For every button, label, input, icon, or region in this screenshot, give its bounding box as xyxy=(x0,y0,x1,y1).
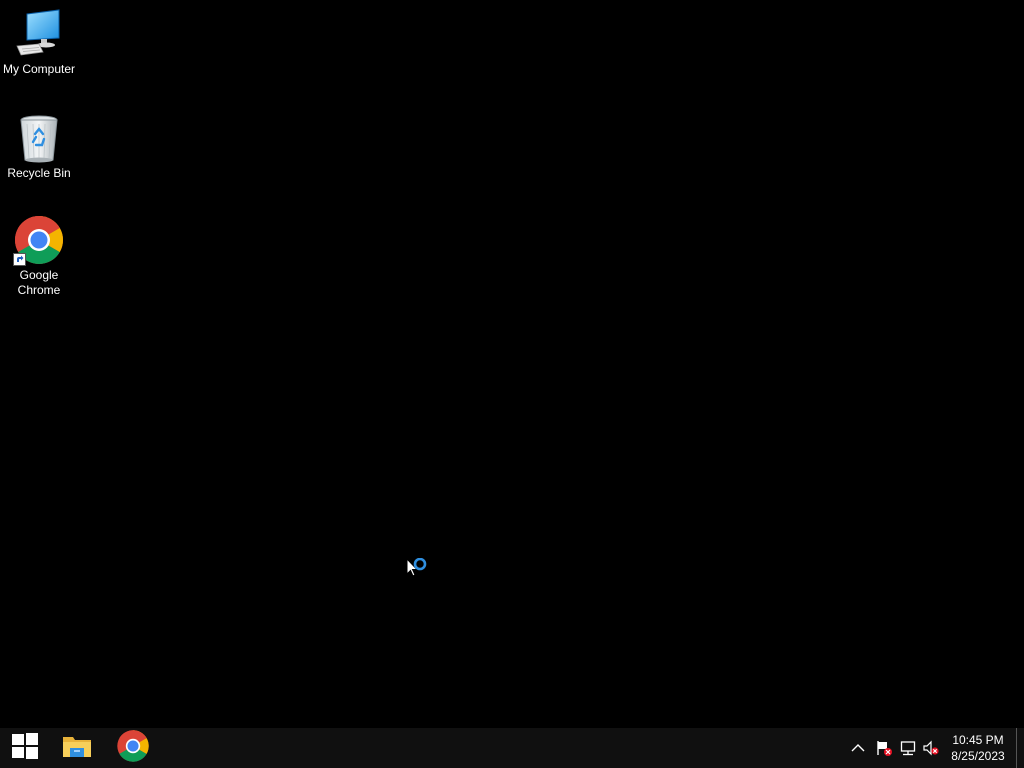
action-center-flag-icon[interactable] xyxy=(876,740,892,756)
folder-icon xyxy=(62,733,92,764)
taskbar-clock[interactable]: 10:45 PM 8/25/2023 xyxy=(944,732,1012,764)
chevron-up-icon[interactable] xyxy=(850,740,866,756)
desktop-icon-recycle-bin[interactable]: Recycle Bin xyxy=(1,112,77,181)
taskbar: 10:45 PM 8/25/2023 xyxy=(0,728,1024,768)
desktop-icon-label: Recycle Bin xyxy=(7,166,71,180)
computer-icon xyxy=(13,8,65,60)
show-desktop-button[interactable] xyxy=(1016,728,1024,768)
desktop[interactable]: My Computer Recycle Bin Google Chrome xyxy=(0,0,1024,728)
chrome-taskbar-button[interactable] xyxy=(107,728,159,768)
shortcut-arrow-icon xyxy=(13,253,26,266)
chrome-icon xyxy=(13,214,65,266)
volume-muted-icon[interactable] xyxy=(923,740,939,756)
chrome-icon xyxy=(116,729,150,768)
clock-date: 8/25/2023 xyxy=(951,749,1005,763)
clock-time: 10:45 PM xyxy=(952,733,1004,747)
desktop-icon-google-chrome[interactable]: Google Chrome xyxy=(1,214,77,298)
file-explorer-taskbar-button[interactable] xyxy=(51,728,103,768)
busy-cursor-icon xyxy=(406,557,430,580)
recycle-bin-icon xyxy=(13,112,65,164)
desktop-icon-label: Google Chrome xyxy=(17,268,61,297)
desktop-icon-label: My Computer xyxy=(2,62,76,76)
network-icon[interactable] xyxy=(900,740,916,756)
windows-logo-icon xyxy=(12,732,38,764)
start-button[interactable] xyxy=(0,728,50,768)
desktop-icon-my-computer[interactable]: My Computer xyxy=(1,8,77,77)
